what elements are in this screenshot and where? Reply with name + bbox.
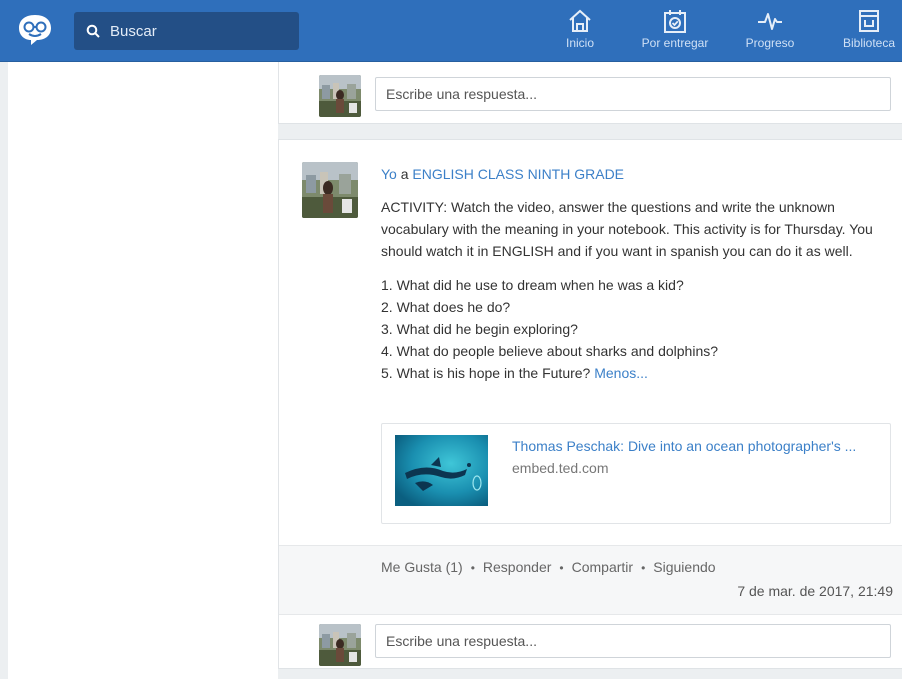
post-timestamp: 7 de mar. de 2017, 21:49	[737, 583, 893, 599]
search-icon	[86, 24, 100, 38]
less-link[interactable]: Menos...	[594, 365, 648, 381]
question-item: 2. What does he do?	[381, 299, 511, 315]
question-item: 5. What is his hope in the Future? Menos…	[381, 362, 881, 384]
nav-biblioteca[interactable]: Biblioteca	[836, 8, 902, 56]
questions-list: 1. What did he use to dream when he was …	[381, 274, 881, 384]
group-link[interactable]: ENGLISH CLASS NINTH GRADE	[412, 166, 624, 182]
reply-button[interactable]: Responder	[483, 559, 552, 575]
question-item: 3. What did he begin exploring?	[381, 321, 578, 337]
reply-input-bottom[interactable]	[375, 624, 891, 658]
attachment-title-link[interactable]: Thomas Peschak: Dive into an ocean photo…	[512, 438, 882, 454]
nav-progreso[interactable]: Progreso	[739, 8, 801, 56]
post-header: Yo a ENGLISH CLASS NINTH GRADE	[381, 163, 881, 185]
action-separator: •	[641, 561, 646, 575]
top-nav-bar: Inicio Por entregar Progreso Biblioteca	[0, 0, 902, 62]
left-sidebar	[8, 62, 278, 679]
question-item: 4. What do people believe about sharks a…	[381, 343, 719, 359]
search-input[interactable]	[108, 21, 292, 41]
post-card: Yo a ENGLISH CLASS NINTH GRADE ACTIVITY:…	[278, 139, 902, 669]
calendar-check-icon	[664, 10, 686, 33]
attachment-thumbnail[interactable]	[395, 435, 488, 506]
question-text: 5. What is his hope in the Future?	[381, 365, 591, 381]
author-link[interactable]: Yo	[381, 166, 397, 182]
library-icon	[859, 10, 879, 32]
post-content: Yo a ENGLISH CLASS NINTH GRADE ACTIVITY:…	[381, 163, 881, 384]
nav-label-inicio: Inicio	[565, 36, 594, 50]
nav-label-biblioteca: Biblioteca	[842, 36, 896, 50]
edmodo-logo-icon[interactable]	[16, 13, 54, 47]
nav-label-progreso: Progreso	[745, 36, 795, 50]
avatar	[319, 624, 361, 666]
share-button[interactable]: Compartir	[572, 559, 633, 575]
post-footer: Me Gusta (1) • Responder • Compartir • Siguien…	[279, 545, 902, 615]
attachment-domain: embed.ted.com	[512, 460, 609, 476]
link-attachment[interactable]: Thomas Peschak: Dive into an ocean photo…	[381, 423, 891, 524]
pulse-icon	[758, 13, 782, 30]
question-item: 1. What did he use to dream when he was …	[381, 277, 684, 293]
like-button[interactable]: Me Gusta (1)	[381, 559, 463, 575]
activity-text: ACTIVITY: Watch the video, answer the qu…	[381, 199, 873, 259]
home-icon	[569, 9, 591, 32]
follow-button[interactable]: Siguiendo	[653, 559, 715, 575]
post-actions: Me Gusta (1) • Responder • Compartir • Siguien…	[381, 559, 716, 575]
avatar	[319, 75, 361, 117]
action-separator: •	[559, 561, 564, 575]
nav-inicio[interactable]: Inicio	[560, 8, 600, 56]
reply-card-top	[278, 62, 902, 124]
nav-por-entregar[interactable]: Por entregar	[633, 8, 717, 56]
reply-input-top[interactable]	[375, 77, 891, 111]
header-connector: a	[396, 166, 413, 182]
search-box[interactable]	[74, 12, 299, 50]
action-separator: •	[470, 561, 475, 575]
nav-label-por-entregar: Por entregar	[641, 36, 709, 50]
post-author-avatar[interactable]	[302, 162, 358, 218]
